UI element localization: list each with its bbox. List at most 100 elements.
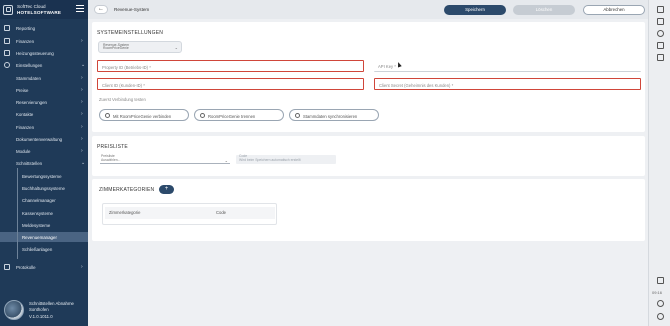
disconnect-button-label: RoomPriceGenie trennen — [208, 113, 256, 119]
document-icon[interactable] — [657, 18, 664, 25]
sidebar-item-kontakte[interactable]: Kontakte › — [0, 109, 88, 119]
chevron-down-icon: ⌄ — [224, 157, 228, 163]
sidebar-item-finanzen-settings[interactable]: Finanzen › — [0, 122, 88, 132]
gear-icon — [4, 62, 10, 68]
sidebar-item-bewertungssysteme[interactable]: Bewertungssysteme — [0, 171, 88, 181]
room-categories-title: ZIMMERKATEGORIEN — [99, 187, 155, 193]
page-title: Revenue-System — [114, 7, 150, 12]
system-settings-card: SYSTEMEINSTELLUNGEN Revenue-System RoomP… — [92, 22, 645, 132]
api-key-field[interactable]: API Key * — [374, 60, 641, 72]
user-icon[interactable] — [657, 30, 664, 37]
save-button[interactable]: Speichern — [444, 5, 506, 15]
avatar — [4, 300, 24, 320]
sidebar-item-reservierungen[interactable]: Reservierungen › — [0, 97, 88, 107]
heating-icon — [4, 50, 10, 56]
app-logo: SoftTec Cloud HOTELSOFTWARE — [0, 0, 88, 19]
chevron-right-icon: › — [81, 124, 83, 130]
hamburger-menu-icon[interactable] — [76, 5, 84, 12]
chevron-right-icon: › — [81, 148, 83, 154]
chevron-right-icon: › — [81, 38, 83, 44]
revenue-system-select[interactable]: Revenue-System RoomPriceGenie ⌄ — [98, 41, 182, 53]
sidebar-item-schnittstellen[interactable]: Schnittstellen ⌄ — [0, 158, 88, 168]
sidebar-item-label: Module — [16, 148, 31, 154]
sidebar-item-label: Meldesysteme — [22, 222, 51, 228]
unlink-icon — [200, 113, 205, 119]
sidebar-item-einstellungen[interactable]: Einstellungen ⌄ — [0, 60, 88, 70]
sidebar-item-label: Finanzen — [16, 38, 35, 44]
sidebar-item-dokumentenverwaltung[interactable]: Dokumentenverwaltung › — [0, 134, 88, 144]
sidebar-item-meldesysteme[interactable]: Meldesysteme — [0, 220, 88, 230]
sidebar-item-label: Preise — [16, 87, 29, 93]
add-room-category-button[interactable]: + — [159, 185, 174, 194]
logo-icon — [3, 4, 13, 15]
disconnect-button[interactable]: RoomPriceGenie trennen — [194, 109, 284, 121]
submenu-guide-line — [17, 168, 18, 259]
room-categories-table: Zimmerkategorie Code — [102, 203, 277, 225]
pricelist-select[interactable]: Preisliste Auswählen... ⌄ — [100, 154, 230, 164]
right-toolbar: 09:16 — [648, 0, 670, 326]
sidebar-item-buchhaltungssysteme[interactable]: Buchhaltungssysteme — [0, 183, 88, 193]
calendar-icon[interactable] — [657, 6, 664, 13]
link-icon — [105, 113, 110, 119]
sidebar-item-module[interactable]: Module › — [0, 146, 88, 156]
sidebar-item-stammdaten[interactable]: Stammdaten › — [0, 73, 88, 83]
power-icon[interactable] — [657, 313, 664, 320]
sidebar-item-label: Kontakte — [16, 111, 34, 117]
chevron-right-icon: › — [81, 99, 83, 105]
sidebar-item-kassensysteme[interactable]: Kassensysteme — [0, 208, 88, 218]
sidebar-item-reporting[interactable]: Reporting — [0, 23, 88, 33]
chevron-right-icon: › — [81, 264, 83, 270]
app-version: V.1.0.1011.0 — [29, 313, 53, 319]
revenue-system-select-value: RoomPriceGenie — [103, 46, 129, 51]
client-secret-placeholder: Client Secret (Geheimnis des Kunden) * — [379, 82, 454, 88]
camera-icon[interactable] — [657, 277, 664, 284]
sync-button-label: Stammdaten synchronisieren — [303, 113, 358, 119]
client-id-field[interactable]: Client ID (Kunden-ID) * — [97, 78, 364, 90]
gear-icon[interactable] — [657, 300, 664, 307]
finance-icon — [4, 38, 10, 44]
cart-icon[interactable] — [657, 42, 664, 49]
user-profile[interactable]: Schnittstellen Abnahme Sonthofen V.1.0.1… — [0, 296, 88, 326]
chevron-right-icon: › — [81, 136, 83, 142]
sidebar-item-label: Dokumentenverwaltung — [16, 136, 63, 142]
app-name-line2: HOTELSOFTWARE — [17, 9, 62, 15]
cancel-button[interactable]: Abbrechen — [583, 5, 645, 15]
sidebar-item-label: Heizungssteuerung — [16, 50, 54, 56]
sidebar-item-channelmanager[interactable]: Channelmanager — [0, 195, 88, 205]
top-bar: ← Revenue-System Speichern Löschen Abbre… — [88, 0, 648, 19]
sidebar-item-label: Stammdaten — [16, 75, 41, 81]
sidebar-item-label: Reporting — [16, 25, 36, 31]
sync-button[interactable]: Stammdaten synchronisieren — [289, 109, 379, 121]
chevron-down-icon: ⌄ — [174, 45, 178, 50]
pricelist-title: PREISLISTE — [97, 144, 128, 150]
chart-icon — [4, 25, 10, 31]
chevron-down-icon: ⌄ — [81, 62, 86, 68]
room-categories-card: ZIMMERKATEGORIEN + Zimmerkategorie Code — [92, 179, 645, 241]
sidebar-item-protokolle[interactable]: Protokolle › — [0, 262, 88, 272]
sidebar-item-label: Protokolle — [16, 264, 36, 270]
chevron-down-icon: ⌄ — [81, 160, 86, 166]
client-secret-field[interactable]: Client Secret (Geheimnis des Kunden) * — [374, 78, 641, 90]
connection-hint: Zuerst Verbindung testen — [99, 97, 146, 102]
sidebar-item-label: Channelmanager — [22, 197, 56, 203]
sidebar-item-preise[interactable]: Preise › — [0, 85, 88, 95]
delete-button[interactable]: Löschen — [513, 5, 575, 15]
sidebar-item-label: Einstellungen — [16, 62, 43, 68]
col-zimmerkategorie: Zimmerkategorie — [109, 210, 141, 215]
connect-button[interactable]: Mit RoomPriceGenie verbinden — [99, 109, 189, 121]
connect-button-label: Mit RoomPriceGenie verbinden — [113, 113, 172, 119]
sidebar-item-finanzen[interactable]: Finanzen › — [0, 36, 88, 46]
sidebar-item-label: Bewertungssysteme — [22, 173, 62, 179]
sidebar-item-revenuemanager[interactable]: Revenuemanager — [0, 232, 88, 242]
chat-icon[interactable] — [657, 54, 664, 61]
back-button[interactable]: ← — [94, 5, 108, 14]
sidebar-item-heizungssteuerung[interactable]: Heizungssteuerung — [0, 48, 88, 58]
chevron-right-icon: › — [81, 75, 83, 81]
col-code: Code — [216, 210, 227, 215]
sidebar: SoftTec Cloud HOTELSOFTWARE Reporting Fi… — [0, 0, 88, 326]
sidebar-item-label: Schnittstellen — [16, 160, 43, 166]
chevron-right-icon: › — [81, 87, 83, 93]
property-id-field[interactable]: Property ID (Betriebs-ID) * — [97, 60, 364, 72]
sidebar-item-schliessanlagen[interactable]: Schließanlagen — [0, 244, 88, 254]
client-id-placeholder: Client ID (Kunden-ID) * — [102, 82, 145, 88]
